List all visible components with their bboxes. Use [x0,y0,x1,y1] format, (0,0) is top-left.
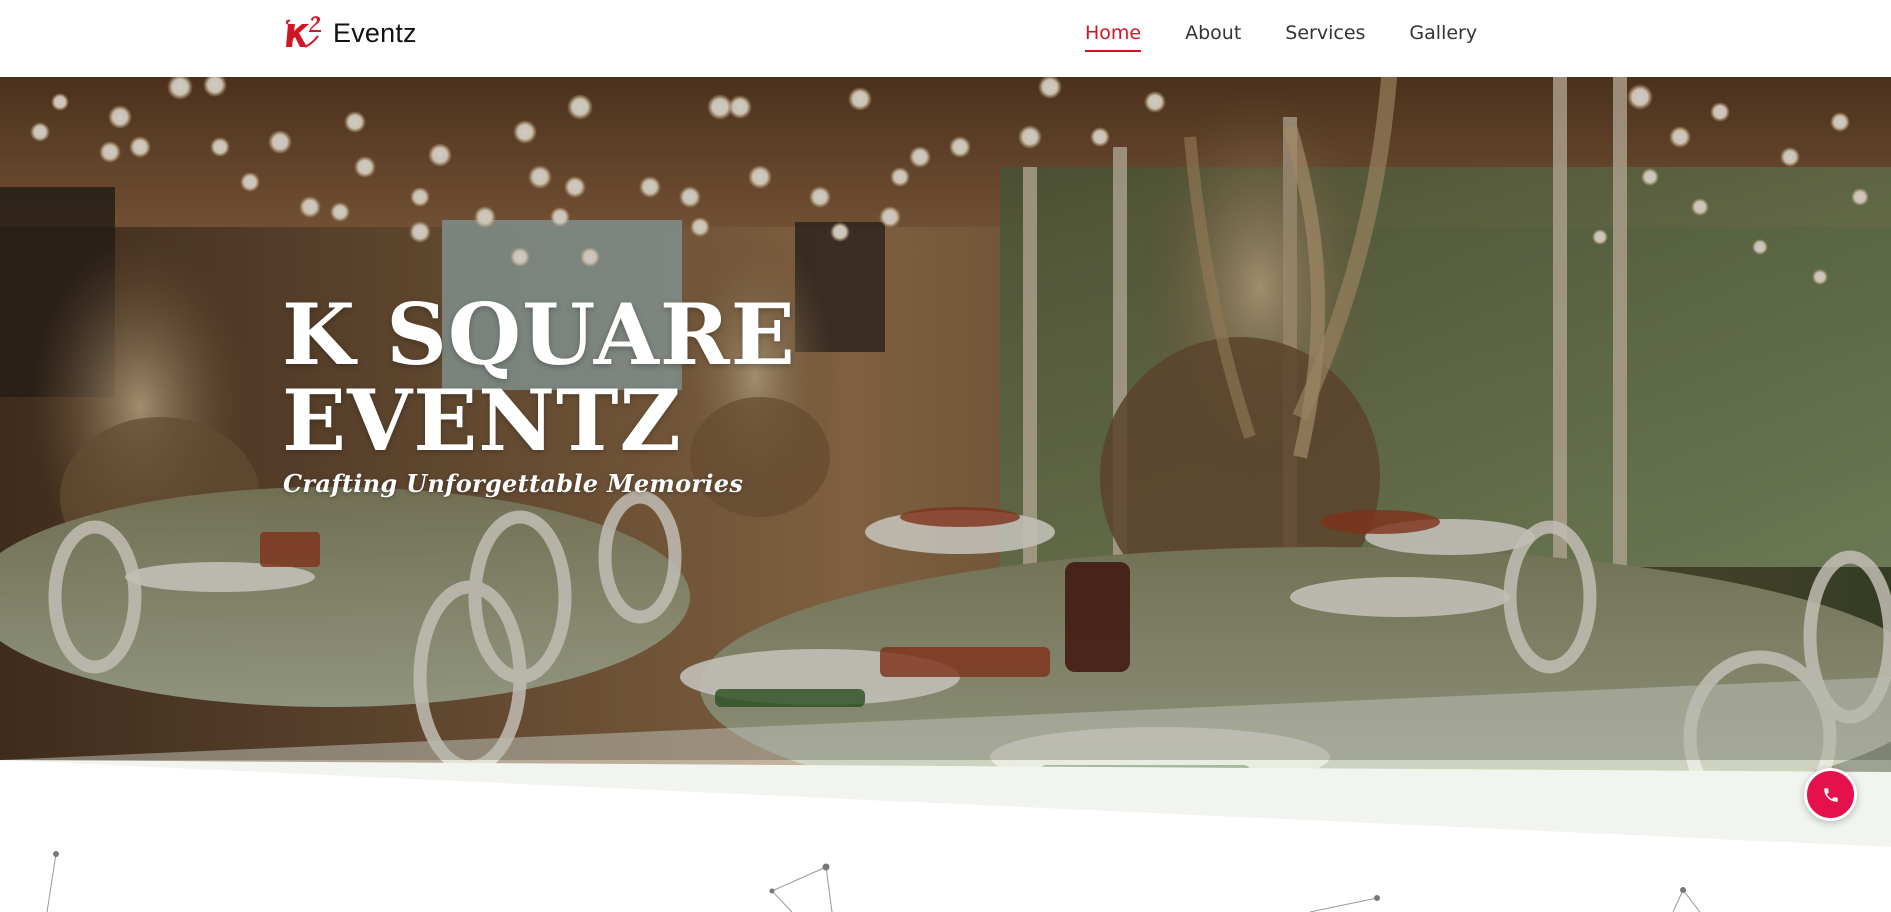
k-squared-logo-icon [285,16,321,48]
network-lines-graphic [46,851,1701,912]
brand-logo[interactable]: Eventz [285,14,417,52]
call-button[interactable] [1804,768,1857,821]
main-nav: Home About Services Gallery [1085,22,1521,52]
hero-subtitle: Crafting Unforgettable Memories [283,469,744,498]
nav-item-home[interactable]: Home [1085,22,1142,52]
nav-item-about[interactable]: About [1185,22,1241,52]
phone-icon [1823,787,1838,802]
hero-title-line-1: K SQUARE [282,285,796,384]
nav-item-services[interactable]: Services [1285,22,1365,52]
hero-title: K SQUARE EVENTZ [282,292,796,464]
nav-item-gallery[interactable]: Gallery [1409,22,1477,52]
hero-title-line-2: EVENTZ [282,371,682,470]
brand-name: Eventz [333,17,417,48]
network-decoration [0,760,1891,912]
site-header: Eventz Home About Services Gallery [0,0,1891,77]
hero-section: K SQUARE EVENTZ Crafting Unforgettable M… [0,77,1891,847]
